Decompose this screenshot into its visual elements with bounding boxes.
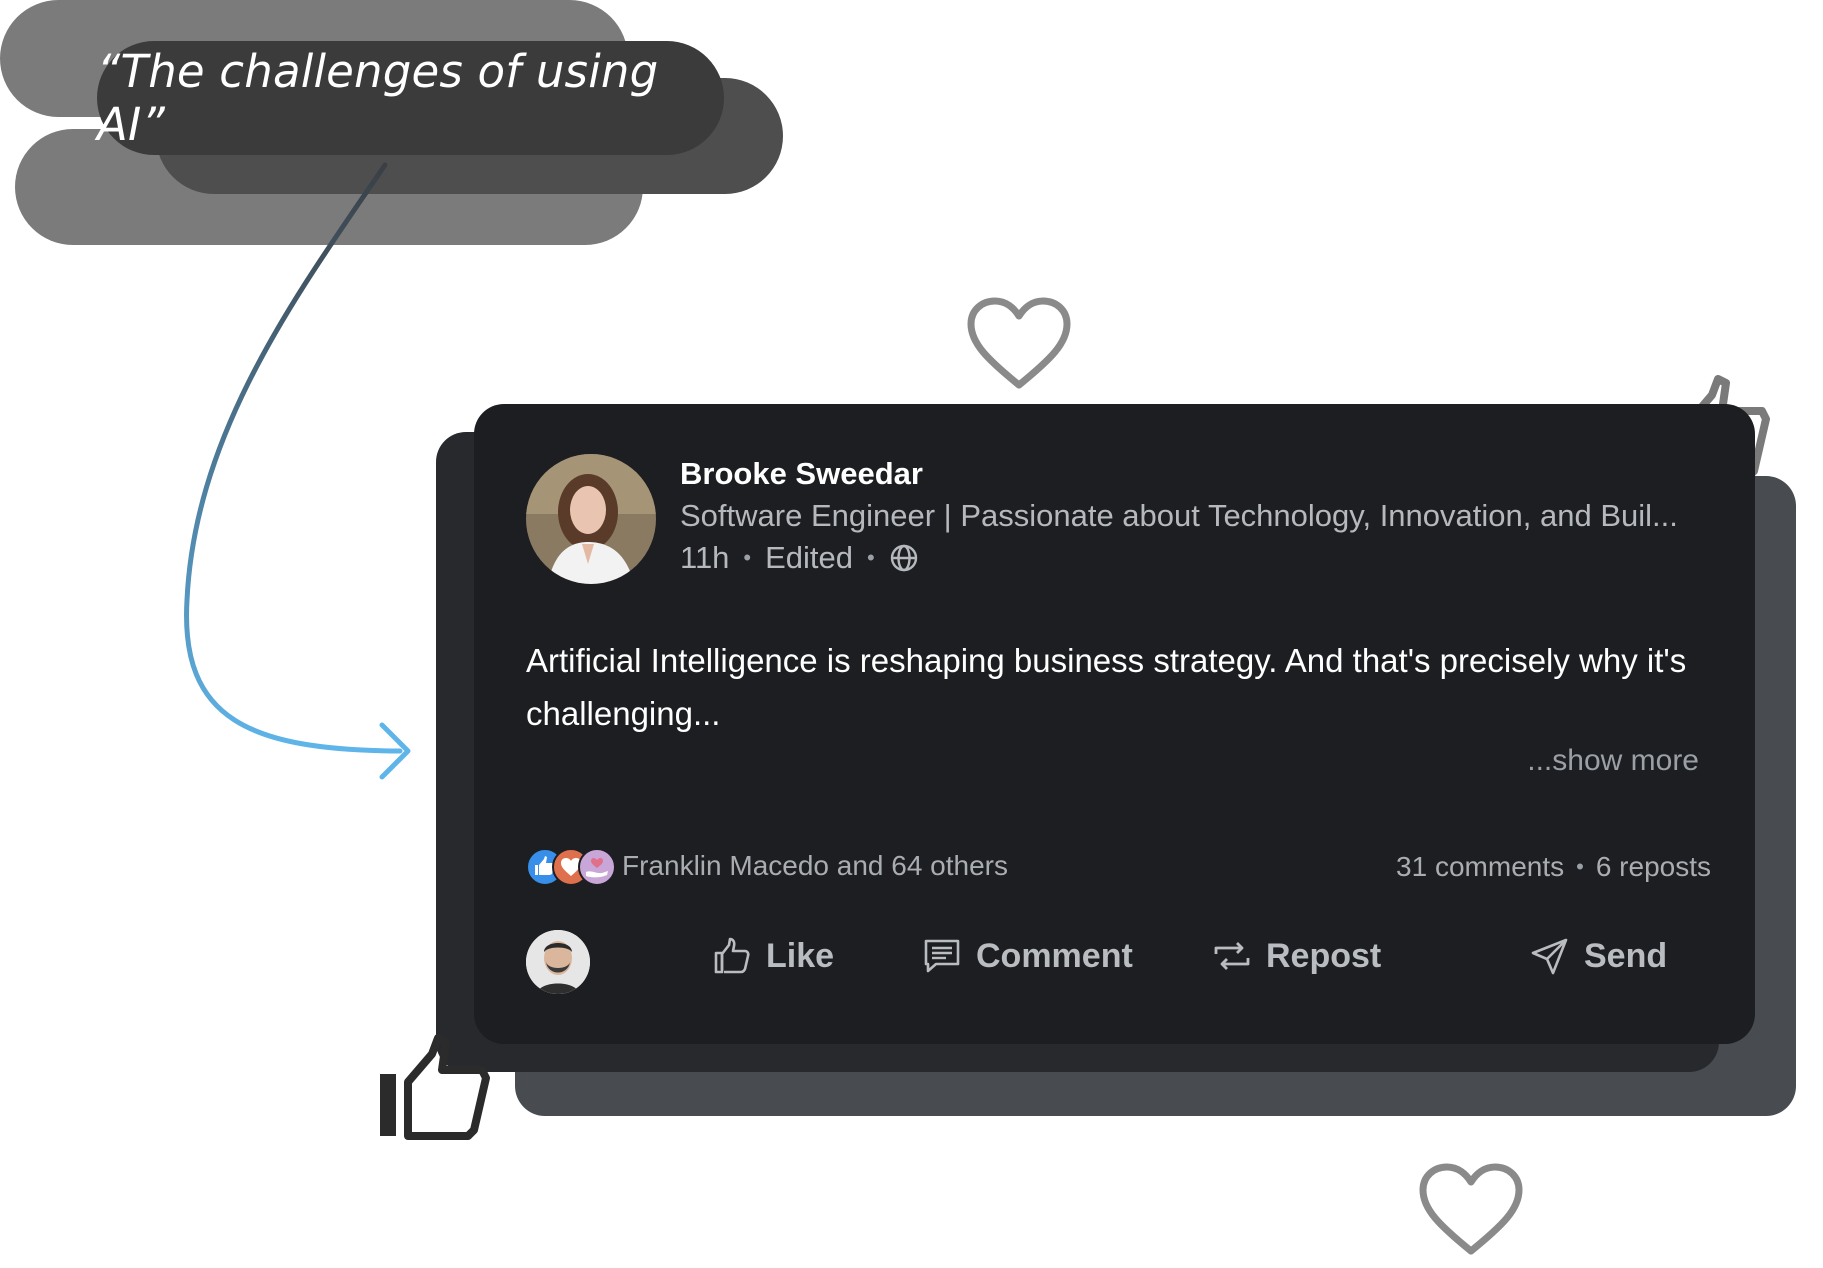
comment-button[interactable]: Comment <box>922 936 1133 976</box>
decor-heart-icon <box>967 297 1071 389</box>
reaction-icons <box>526 848 616 886</box>
edited-label: Edited <box>765 540 854 575</box>
reposts-count[interactable]: 6 reposts <box>1596 851 1711 883</box>
repost-icon <box>1214 942 1250 970</box>
comment-label: Comment <box>976 936 1133 975</box>
separator-dot: • <box>743 545 752 570</box>
author-avatar[interactable] <box>526 454 656 584</box>
separator-dot: • <box>867 545 875 570</box>
viewer-avatar[interactable] <box>526 930 590 994</box>
post-body: Artificial Intelligence is reshaping bus… <box>526 642 1687 732</box>
repost-button[interactable]: Repost <box>1212 936 1381 976</box>
post-time: 11h <box>680 540 730 575</box>
thumbs-up-icon <box>714 937 750 974</box>
comments-count[interactable]: 31 comments <box>1396 851 1564 883</box>
reactions-summary[interactable]: Franklin Macedo and 64 others <box>526 848 1008 886</box>
globe-icon <box>890 544 917 572</box>
author-name[interactable]: Brooke Sweedar <box>680 456 923 492</box>
like-label: Like <box>766 936 835 975</box>
post-stats: 31 comments • 6 reposts <box>1396 851 1711 883</box>
send-button[interactable]: Send <box>1530 936 1667 976</box>
show-more-link[interactable]: ...show more <box>1527 744 1699 778</box>
like-button[interactable]: Like <box>712 936 834 976</box>
action-bar: Like Comment Repost Send <box>526 926 1716 996</box>
send-label: Send <box>1584 936 1668 975</box>
comment-icon <box>924 939 960 973</box>
post-card: Brooke Sweedar Software Engineer | Passi… <box>474 404 1755 1044</box>
reactions-text: Franklin Macedo and 64 others <box>622 850 1008 881</box>
post-meta: 11h • Edited • <box>680 540 919 576</box>
separator-dot: • <box>1576 854 1584 879</box>
decor-thumbs-up-icon <box>380 1034 490 1140</box>
author-headline: Software Engineer | Passionate about Tec… <box>680 498 1678 533</box>
support-reaction-icon <box>578 848 616 886</box>
send-icon <box>1531 938 1568 975</box>
repost-label: Repost <box>1266 936 1382 975</box>
decor-heart-icon <box>1419 1163 1523 1255</box>
